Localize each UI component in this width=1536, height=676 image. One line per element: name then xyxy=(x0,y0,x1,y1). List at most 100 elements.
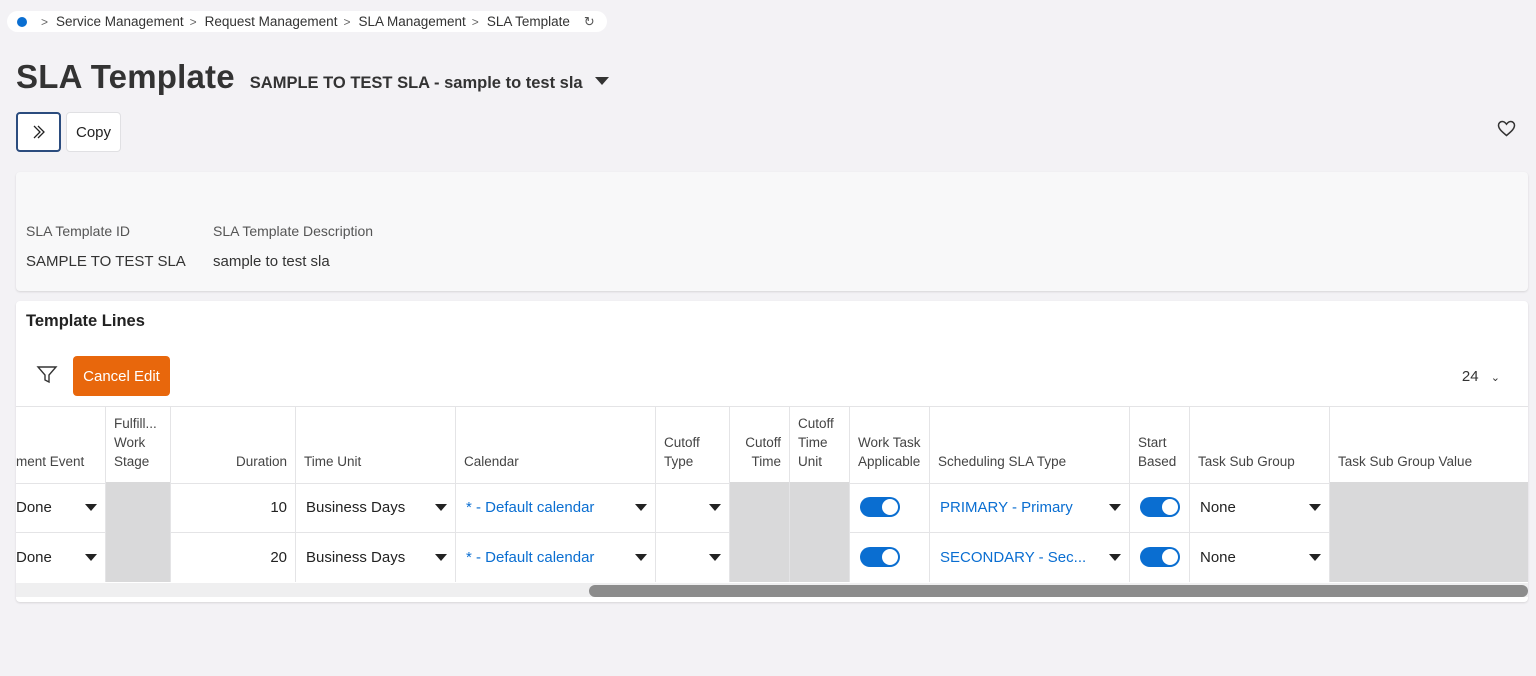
header-card: SLA Template ID SAMPLE TO TEST SLA SLA T… xyxy=(16,172,1528,291)
copy-button[interactable]: Copy xyxy=(66,112,121,152)
task-sub-group-cell[interactable]: None xyxy=(1190,532,1330,582)
work-task-applicable-toggle[interactable] xyxy=(860,497,900,517)
col-header-cutoff-time-unit[interactable]: Cutoff Time Unit xyxy=(790,407,850,483)
chevron-right-icon: > xyxy=(41,14,49,29)
dropdown-caret-icon[interactable] xyxy=(1309,553,1321,561)
calendar-link[interactable]: * - Default calendar xyxy=(466,499,594,516)
dropdown-caret-icon[interactable] xyxy=(1109,553,1121,561)
breadcrumb-item-service-management[interactable]: Service Management xyxy=(56,14,184,29)
col-header-fulfillment-work-stage[interactable]: Fulfill... Work Stage xyxy=(106,407,171,483)
breadcrumb: > Service Management > Request Managemen… xyxy=(7,11,607,32)
col-header-time-unit[interactable]: Time Unit xyxy=(296,407,456,483)
calendar-link[interactable]: * - Default calendar xyxy=(466,549,594,566)
refresh-icon[interactable]: ↻ xyxy=(584,14,595,30)
time-unit-cell[interactable]: Business Days xyxy=(296,482,456,532)
time-unit-value: Business Days xyxy=(306,498,406,516)
col-header-calendar[interactable]: Calendar xyxy=(456,407,656,483)
chevron-down-icon: ⌄ xyxy=(1490,372,1500,384)
task-sub-group-value: None xyxy=(1200,498,1236,516)
dropdown-caret-icon[interactable] xyxy=(635,553,647,561)
dropdown-caret-icon[interactable] xyxy=(85,553,97,561)
sla-template-id-value: SAMPLE TO TEST SLA xyxy=(26,253,186,270)
task-sub-group-value: None xyxy=(1200,548,1236,566)
work-task-applicable-cell[interactable] xyxy=(850,482,930,532)
event-cell[interactable]: Done xyxy=(16,532,106,582)
expand-button[interactable] xyxy=(16,112,61,152)
table-row[interactable]: Done 20 Business Days * - Default calend… xyxy=(16,532,1528,582)
col-header-event[interactable]: ment Event xyxy=(16,407,106,483)
calendar-cell[interactable]: * - Default calendar xyxy=(456,532,656,582)
caret-down-icon[interactable] xyxy=(594,77,609,85)
event-value: Done xyxy=(16,498,52,516)
horizontal-scrollbar[interactable] xyxy=(16,583,1528,597)
col-header-task-sub-group[interactable]: Task Sub Group xyxy=(1190,407,1330,483)
sla-template-id-field: SLA Template ID SAMPLE TO TEST SLA xyxy=(26,223,186,270)
dropdown-caret-icon[interactable] xyxy=(709,553,721,561)
col-header-cutoff-time[interactable]: Cutoff Time xyxy=(730,407,790,483)
cutoff-time-cell xyxy=(730,482,790,532)
cutoff-time-unit-cell xyxy=(790,532,850,582)
col-header-cutoff-type[interactable]: Cutoff Type xyxy=(656,407,730,483)
title-row: SLA Template SAMPLE TO TEST SLA - sample… xyxy=(16,58,609,96)
chevron-right-icon: > xyxy=(189,14,197,29)
col-header-work-task-applicable[interactable]: Work Task Applicable xyxy=(850,407,930,483)
chevron-right-icon: > xyxy=(343,14,351,29)
task-sub-group-value-cell xyxy=(1330,482,1528,532)
scrollbar-thumb[interactable] xyxy=(589,585,1528,597)
sla-template-description-field: SLA Template Description sample to test … xyxy=(213,223,373,270)
template-lines-title: Template Lines xyxy=(26,312,145,330)
start-based-toggle[interactable] xyxy=(1140,547,1180,567)
col-header-task-sub-group-value[interactable]: Task Sub Group Value xyxy=(1330,407,1528,483)
fulfillment-work-stage-cell xyxy=(106,482,171,532)
favorite-heart-icon[interactable] xyxy=(1497,120,1516,142)
breadcrumb-item-sla-template[interactable]: SLA Template xyxy=(487,14,570,29)
page-title: SLA Template xyxy=(16,58,235,95)
time-unit-cell[interactable]: Business Days xyxy=(296,532,456,582)
work-task-applicable-toggle[interactable] xyxy=(860,547,900,567)
cutoff-time-cell xyxy=(730,532,790,582)
cutoff-time-unit-cell xyxy=(790,482,850,532)
scheduling-sla-type-cell[interactable]: PRIMARY - Primary xyxy=(930,482,1130,532)
breadcrumb-item-request-management[interactable]: Request Management xyxy=(205,14,338,29)
page-size-value: 24 xyxy=(1461,368,1479,385)
dropdown-caret-icon[interactable] xyxy=(85,503,97,511)
table-row[interactable]: Done 10 Business Days * - Default calend… xyxy=(16,482,1528,533)
duration-cell[interactable]: 20 xyxy=(171,532,296,582)
event-value: Done xyxy=(16,548,52,566)
dropdown-caret-icon[interactable] xyxy=(1109,503,1121,511)
scheduling-sla-type-cell[interactable]: SECONDARY - Sec... xyxy=(930,532,1130,582)
duration-cell[interactable]: 10 xyxy=(171,482,296,532)
start-based-cell[interactable] xyxy=(1130,532,1190,582)
dropdown-caret-icon[interactable] xyxy=(1309,503,1321,511)
template-lines-card: Template Lines Cancel Edit 24 ⌄ ment Eve… xyxy=(16,301,1528,602)
work-task-applicable-cell[interactable] xyxy=(850,532,930,582)
task-sub-group-cell[interactable]: None xyxy=(1190,482,1330,532)
dropdown-caret-icon[interactable] xyxy=(709,503,721,511)
sla-template-description-label: SLA Template Description xyxy=(213,223,374,239)
cutoff-type-cell[interactable] xyxy=(656,482,730,532)
filter-icon[interactable] xyxy=(36,365,58,390)
breadcrumb-item-sla-management[interactable]: SLA Management xyxy=(358,14,465,29)
dropdown-caret-icon[interactable] xyxy=(635,503,647,511)
cancel-edit-button[interactable]: Cancel Edit xyxy=(73,356,170,396)
page-size-selector[interactable]: 24 ⌄ xyxy=(1462,368,1500,385)
calendar-cell[interactable]: * - Default calendar xyxy=(456,482,656,532)
dropdown-caret-icon[interactable] xyxy=(435,503,447,511)
event-cell[interactable]: Done xyxy=(16,482,106,532)
dropdown-caret-icon[interactable] xyxy=(435,553,447,561)
time-unit-value: Business Days xyxy=(306,548,406,566)
home-icon[interactable] xyxy=(17,16,27,27)
scheduling-sla-type-link[interactable]: SECONDARY - Sec... xyxy=(940,549,1086,566)
start-based-cell[interactable] xyxy=(1130,482,1190,532)
start-based-toggle[interactable] xyxy=(1140,497,1180,517)
record-selector[interactable]: SAMPLE TO TEST SLA - sample to test sla xyxy=(250,74,583,93)
col-header-start-based[interactable]: Start Based xyxy=(1130,407,1190,483)
scheduling-sla-type-link[interactable]: PRIMARY - Primary xyxy=(940,499,1073,516)
double-chevron-right-icon xyxy=(33,125,45,139)
sla-template-description-value: sample to test sla xyxy=(213,253,330,270)
cutoff-type-cell[interactable] xyxy=(656,532,730,582)
col-header-duration[interactable]: Duration xyxy=(171,407,296,483)
col-header-scheduling-sla-type[interactable]: Scheduling SLA Type xyxy=(930,407,1130,483)
task-sub-group-value-cell xyxy=(1330,532,1528,582)
sla-template-id-label: SLA Template ID xyxy=(26,223,131,239)
